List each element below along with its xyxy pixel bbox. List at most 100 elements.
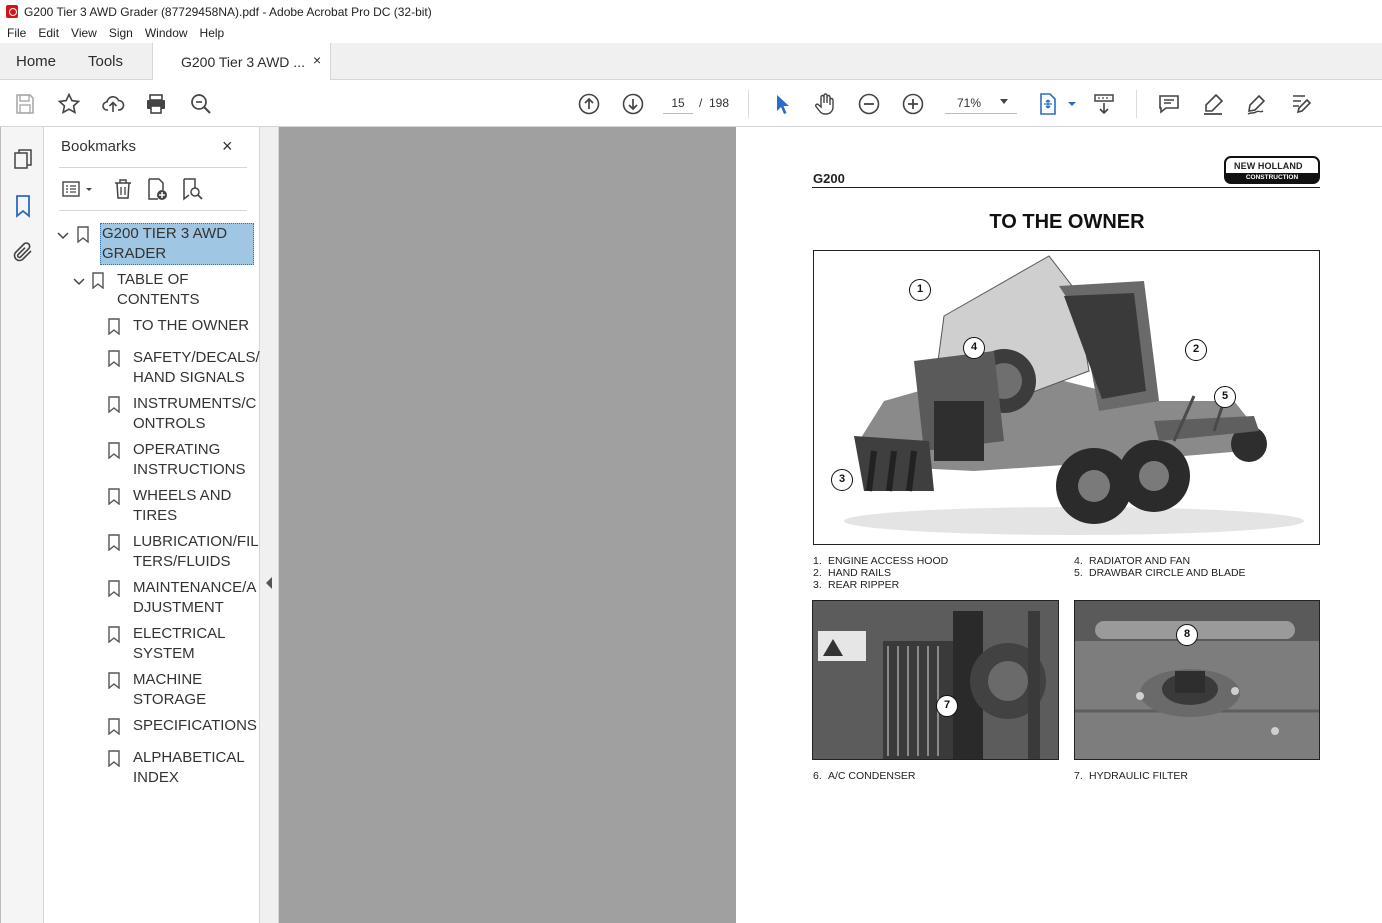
tab-tools[interactable]: Tools: [88, 53, 123, 70]
bookmark-item[interactable]: MACHINE STORAGE: [108, 670, 256, 712]
bookmark-item[interactable]: MAINTENANCE/A DJUSTMENT: [108, 578, 256, 620]
bookmark-label: SPECIFICATIONS: [133, 717, 257, 734]
delete-bookmark-trash-icon[interactable]: [111, 177, 135, 201]
bookmark-label: ELECTRICAL SYSTEM: [133, 625, 226, 662]
bookmark-label: TO THE OWNER: [133, 317, 250, 334]
pdf-page: G200 NEW HOLLAND CONSTRUCTION TO THE OWN…: [736, 127, 1382, 923]
menu-edit[interactable]: Edit: [38, 26, 59, 40]
bookmark-root-label: G200 TIER 3 AWD GRADER: [102, 225, 228, 262]
zoom-search-icon[interactable]: [189, 92, 213, 116]
chevron-down-icon[interactable]: [57, 229, 69, 241]
bookmark-label: MAINTENANCE/A DJUSTMENT: [133, 579, 257, 616]
caption-list-left: 1. ENGINE ACCESS HOOD 2. HAND RAILS 3. REAR…: [813, 555, 949, 591]
highlight-pen-icon[interactable]: [1201, 92, 1225, 116]
bookmark-icon: [108, 396, 120, 413]
close-tab-icon[interactable]: ×: [313, 52, 321, 68]
bookmark-icon: [108, 488, 120, 505]
upload-cloud-icon[interactable]: [101, 92, 125, 116]
next-page-icon[interactable]: [621, 92, 645, 116]
bookmark-item[interactable]: ELECTRICAL SYSTEM: [108, 624, 256, 666]
tab-home[interactable]: Home: [16, 53, 56, 70]
bookmark-item[interactable]: SAFETY/DECALS/HAND SIGNALS: [108, 348, 260, 390]
logo-sub-text: CONSTRUCTION: [1226, 173, 1318, 183]
find-bookmark-icon[interactable]: [180, 177, 204, 201]
zoom-out-icon[interactable]: [857, 92, 881, 116]
bookmark-icon: [108, 318, 120, 335]
bookmark-icon: [108, 534, 120, 551]
bookmark-root[interactable]: G200 TIER 3 AWD GRADER: [77, 224, 257, 266]
print-icon[interactable]: [144, 92, 168, 116]
grader-illustration: [844, 255, 1304, 535]
hand-tool-icon[interactable]: [813, 92, 837, 116]
page-total: 198: [709, 96, 730, 110]
tab-document-label: G200 Tier 3 AWD ...: [181, 54, 305, 70]
new-holland-logo: NEW HOLLAND CONSTRUCTION: [1224, 156, 1320, 184]
panel-collapse-bar[interactable]: [260, 127, 279, 923]
toolbar-divider: [748, 90, 749, 118]
page-thumbnails-icon[interactable]: [11, 147, 35, 171]
draw-signature-icon[interactable]: [1245, 92, 1269, 116]
menu-sign[interactable]: Sign: [109, 26, 133, 40]
bookmark-label: WHEELS AND TIRES: [133, 487, 232, 524]
bookmark-item[interactable]: ALPHABETICAL INDEX: [108, 748, 256, 790]
collapse-left-arrow-icon[interactable]: [266, 577, 272, 589]
acrobat-app-icon: [6, 5, 18, 18]
hydraulic-filter-photo: [1074, 600, 1320, 760]
left-navigation-rail: [0, 127, 44, 923]
select-pointer-icon[interactable]: [770, 92, 794, 116]
bookmark-label: OPERATING INSTRUCTIONS: [133, 441, 246, 478]
bookmark-label: INSTRUMENTS/C ONTROLS: [133, 395, 257, 432]
zoom-dropdown-chevron-icon[interactable]: [1000, 99, 1008, 104]
bookmark-item[interactable]: INSTRUMENTS/C ONTROLS: [108, 394, 256, 436]
toolbar-divider: [1136, 90, 1137, 118]
ac-condenser-photo: [812, 600, 1059, 760]
bookmark-label: ALPHABETICAL INDEX: [133, 749, 245, 786]
scroll-mode-icon[interactable]: [1092, 92, 1116, 116]
edit-pdf-icon[interactable]: [1289, 92, 1313, 116]
bookmark-label: LUBRICATION/FIL TERS/FLUIDS: [133, 533, 259, 570]
divider: [59, 167, 247, 168]
caption-hydraulic-filter: 7. HYDRAULIC FILTER: [1074, 770, 1188, 782]
bookmark-item[interactable]: OPERATING INSTRUCTIONS: [108, 440, 256, 482]
bookmark-icon: [108, 750, 120, 767]
star-icon[interactable]: [57, 92, 81, 116]
bookmarks-panel-icon[interactable]: [11, 194, 35, 218]
previous-page-icon[interactable]: [577, 92, 601, 116]
zoom-in-icon[interactable]: [901, 92, 925, 116]
close-panel-icon[interactable]: ×: [222, 136, 233, 157]
divider: [59, 210, 247, 211]
page-separator: /: [699, 96, 703, 110]
menu-bar: File Edit View Sign Window Help: [0, 23, 1382, 43]
bookmark-item[interactable]: LUBRICATION/FIL TERS/FLUIDS: [108, 532, 259, 574]
bookmark-icon: [108, 580, 120, 597]
page-number-input[interactable]: 15: [663, 92, 693, 114]
chevron-down-icon[interactable]: [73, 275, 85, 287]
callout-7: 7: [936, 695, 958, 717]
bookmark-icon: [77, 226, 89, 243]
bookmark-item[interactable]: TO THE OWNER: [108, 316, 256, 338]
bookmark-label: SAFETY/DECALS/HAND SIGNALS: [133, 349, 260, 386]
callout-4: 4: [963, 337, 985, 359]
attachments-paperclip-icon[interactable]: [11, 240, 35, 264]
callout-5: 5: [1214, 386, 1236, 408]
bookmark-icon: [108, 672, 120, 689]
bookmark-item[interactable]: SPECIFICATIONS: [108, 716, 257, 738]
tab-document[interactable]: G200 Tier 3 AWD ... ×: [152, 43, 331, 80]
bookmark-options-menu-icon[interactable]: [61, 177, 95, 201]
menu-window[interactable]: Window: [145, 26, 188, 40]
comment-icon[interactable]: [1157, 92, 1181, 116]
save-icon[interactable]: [13, 92, 37, 116]
menu-view[interactable]: View: [71, 26, 97, 40]
page-model-header: G200: [813, 171, 845, 186]
menu-help[interactable]: Help: [200, 26, 225, 40]
fit-page-dropdown-icon[interactable]: [1060, 92, 1076, 116]
fit-page-icon[interactable]: [1036, 92, 1060, 116]
ac-condenser-illustration: [813, 601, 1058, 759]
bookmark-table-of-contents[interactable]: TABLE OF CONTENTS: [92, 270, 252, 312]
bookmarks-title: Bookmarks: [61, 138, 137, 155]
menu-file[interactable]: File: [7, 26, 26, 40]
tab-bar: Home Tools G200 Tier 3 AWD ... ×: [0, 43, 1382, 80]
bookmark-item[interactable]: WHEELS AND TIRES: [108, 486, 256, 528]
new-bookmark-icon[interactable]: [145, 177, 169, 201]
main-toolbar: 15 / 198 71%: [0, 80, 1382, 127]
